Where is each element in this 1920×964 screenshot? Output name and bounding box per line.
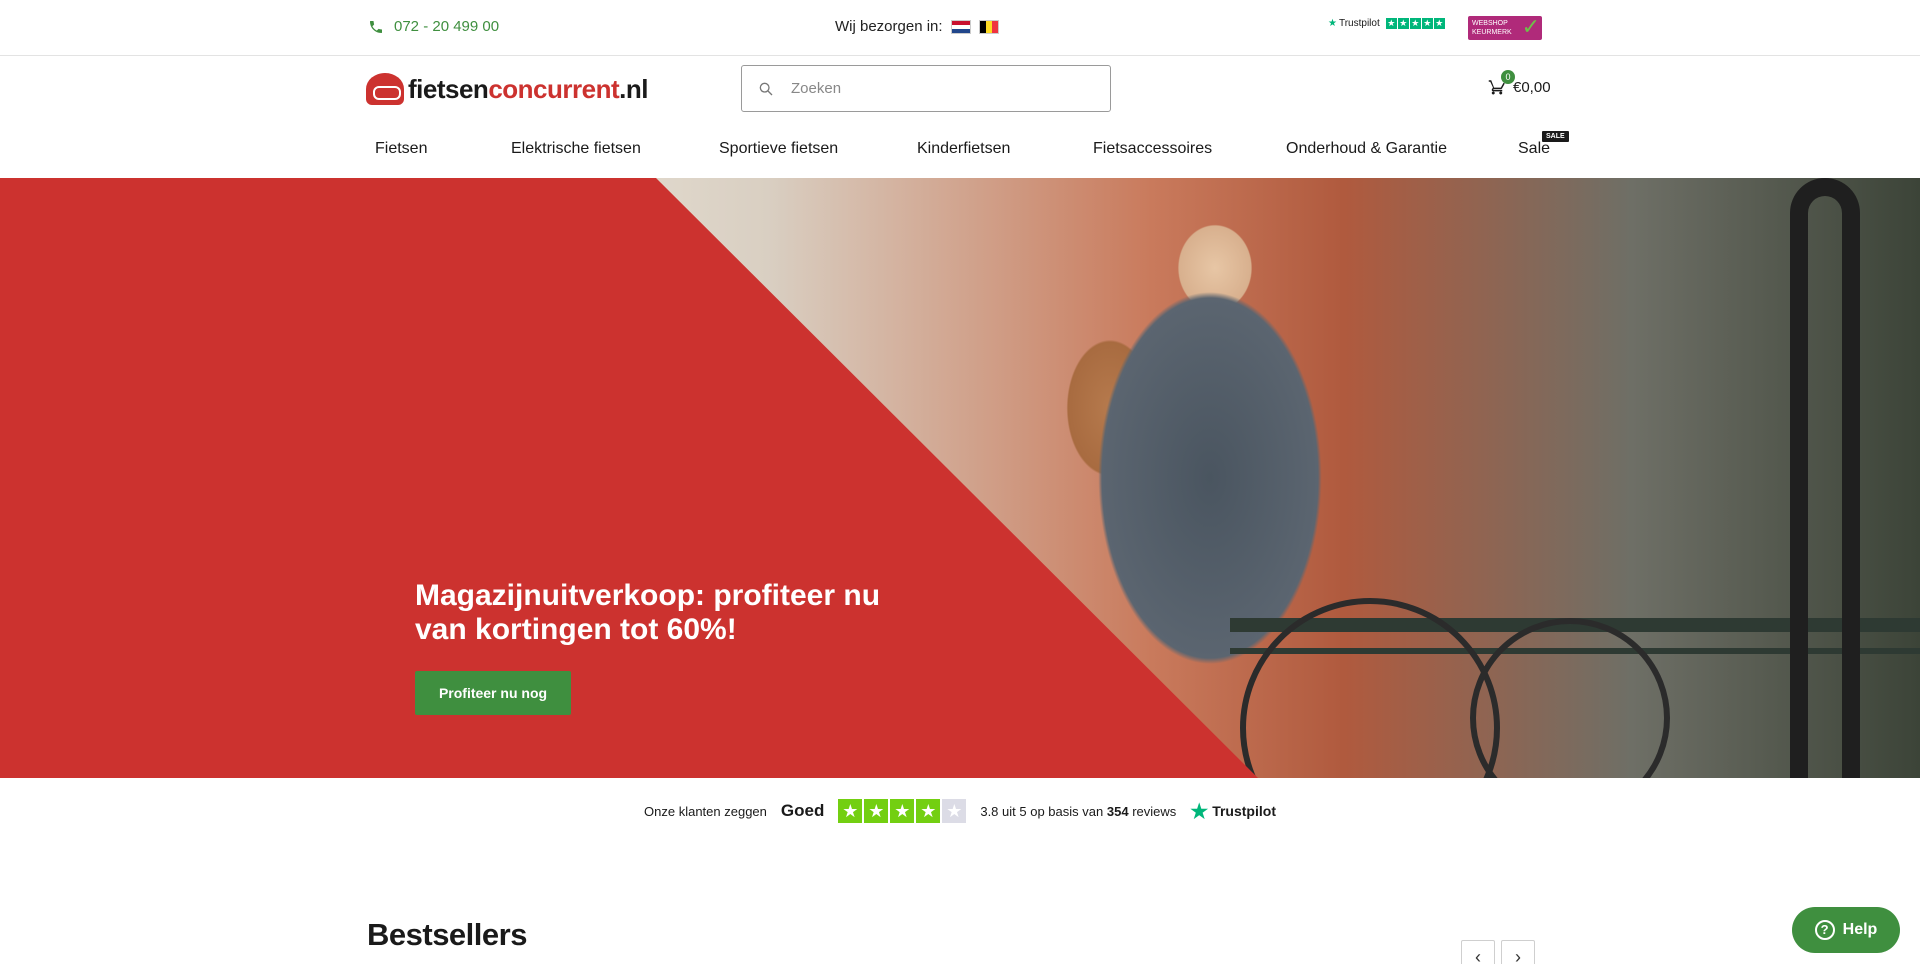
trust-stars: ★ ★ ★ ★ ★ [838,799,967,823]
sale-badge: SALE [1542,131,1569,142]
phone-number: 072 - 20 499 00 [394,18,500,35]
chevron-left-icon: ‹ [1475,946,1481,964]
checkmark-icon: ✓ [1521,14,1540,39]
trustpilot-review-strip[interactable]: Onze klanten zeggen Goed ★ ★ ★ ★ ★ 3.8 u… [0,798,1920,824]
trustpilot-star-icon: ★ [1190,800,1209,823]
logo-text-part3: .nl [619,73,648,104]
phone-link[interactable]: 072 - 20 499 00 [368,18,499,35]
delivery-countries: Wij bezorgen in: [835,18,999,35]
nav-item-sportieve-fietsen[interactable]: Sportieve fietsen [719,140,838,158]
nav-item-elektrische-fietsen[interactable]: Elektrische fietsen [511,140,641,158]
nav-item-kinderfietsen[interactable]: Kinderfietsen [917,140,1010,158]
trust-score-text: uit 5 op basis van [1002,803,1104,819]
help-button[interactable]: ? Help [1792,907,1900,953]
section-title-bestsellers: Bestsellers [367,917,527,952]
webshop-keurmerk-logo[interactable]: WEBSHOP KEURMERK ✓ [1468,14,1542,40]
hero-title: Magazijnuitverkoop: profiteer nu van kor… [415,579,881,646]
main-navigation: Fietsen Elektrische fietsen Sportieve fi… [0,130,1920,178]
star-empty-icon: ★ [942,799,967,823]
star-icon: ★ [1433,18,1445,29]
netherlands-flag-icon[interactable] [950,19,971,34]
cart-total: €0,00 [1513,78,1551,96]
nav-item-sale[interactable]: Sale [1518,140,1550,158]
carousel-next-button[interactable]: › [1501,940,1535,964]
hero-cta-button[interactable]: Profiteer nu nog [415,671,571,715]
trust-review-count: 354 [1106,803,1129,819]
search-input[interactable] [791,80,1091,97]
help-label: Help [1842,921,1878,938]
phone-icon [370,20,382,33]
search-icon[interactable] [758,81,774,97]
star-icon: ★ [1421,18,1433,29]
trust-score: 3.8 uit 5 op basis van 354 reviews [980,804,1176,819]
carousel-prev-button[interactable]: ‹ [1461,940,1495,964]
trustpilot-star-icon: ★ [1328,18,1337,29]
question-mark-icon: ? [1814,920,1835,940]
trustpilot-badge[interactable]: ★ Trustpilot ★ ★ ★ ★ ★ [1328,18,1445,29]
star-icon: ★ [864,799,889,823]
nav-item-fietsaccessoires[interactable]: Fietsaccessoires [1093,140,1212,158]
trustpilot-brand: Trustpilot [1212,803,1276,819]
nav-item-fietsen[interactable]: Fietsen [375,140,427,158]
cart-icon: 0 [1487,70,1515,96]
nav-item-onderhoud-garantie[interactable]: Onderhoud & Garantie [1286,140,1447,158]
delivery-label: Wij bezorgen in: [835,18,943,35]
star-icon: ★ [1409,18,1421,29]
keurmerk-label: WEBSHOP KEURMERK [1472,20,1512,36]
cart-count-badge: 0 [1501,70,1515,84]
star-icon: ★ [1385,18,1397,29]
trustpilot-mini-stars: ★ ★ ★ ★ ★ [1385,18,1445,29]
hero-banner: Magazijnuitverkoop: profiteer nu van kor… [0,178,1920,778]
star-icon: ★ [890,799,915,823]
star-icon: ★ [916,799,941,823]
site-logo[interactable]: fietsenconcurrent.nl [366,73,648,105]
belgium-flag-icon[interactable] [978,19,999,34]
trustpilot-logo: ★ Trustpilot [1190,799,1276,824]
trust-score-value: 3.8 [980,803,999,819]
star-icon: ★ [838,799,863,823]
cart-button[interactable]: 0 €0,00 [1487,70,1551,96]
logo-text-part2: concurrent [488,73,620,104]
search-bar [741,65,1111,112]
logo-text-part1: fietsen [408,73,489,104]
bicycle-logo-icon [366,73,404,105]
star-icon: ★ [1397,18,1409,29]
top-bar: 072 - 20 499 00 Wij bezorgen in: ★ Trustp… [0,0,1920,56]
trust-rating-word: Goed [780,801,825,820]
chevron-right-icon: › [1515,946,1521,964]
trust-intro: Onze klanten zeggen [644,803,767,819]
trustpilot-mini-label: Trustpilot [1338,18,1380,29]
trust-score-suffix: reviews [1132,803,1177,819]
